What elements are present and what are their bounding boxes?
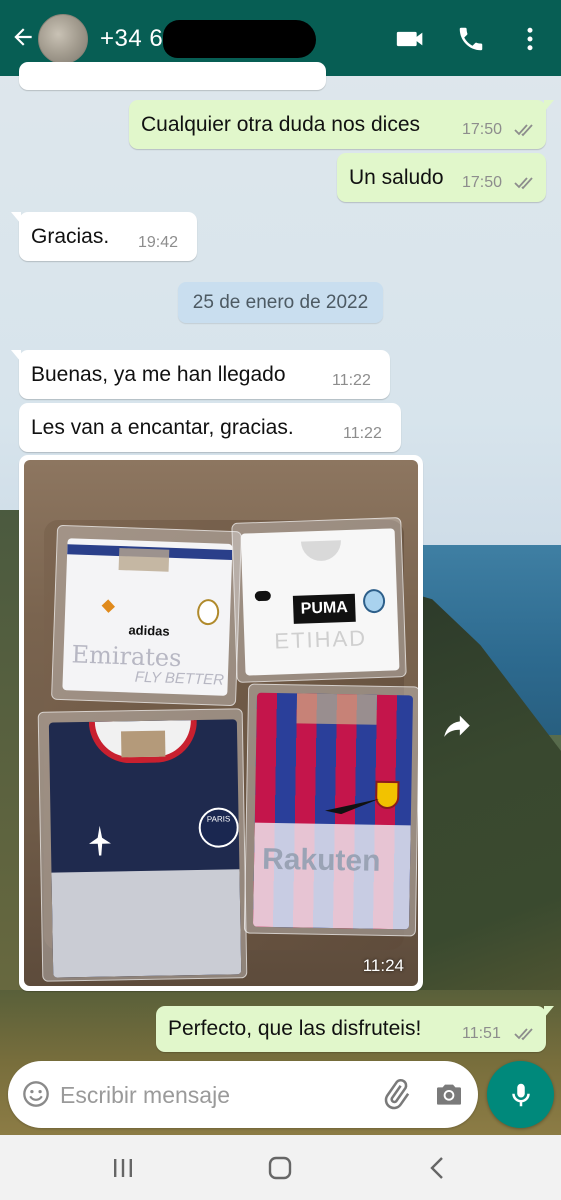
fly-better-text: FLY BETTER bbox=[134, 668, 225, 689]
message-bubble-outgoing[interactable]: Perfecto, que las disfruteis! 11:51 bbox=[156, 1006, 554, 1052]
man-city-jersey: PUMA ETIHAD bbox=[231, 517, 407, 683]
message-bubble-outgoing[interactable]: Cualquier otra duda nos dices 17:50 bbox=[129, 100, 554, 149]
message-input[interactable]: Escribir mensaje bbox=[60, 1082, 230, 1109]
message-bubble-incoming[interactable]: Gracias. 19:42 bbox=[11, 212, 197, 261]
phone-icon[interactable] bbox=[454, 22, 488, 56]
message-composer: Escribir mensaje bbox=[8, 1061, 478, 1128]
emirates-text: Emirates bbox=[71, 640, 182, 673]
redaction-bar bbox=[163, 20, 316, 58]
home-icon[interactable] bbox=[265, 1153, 295, 1183]
message-text: Gracias. bbox=[31, 225, 110, 248]
message-time: 11:51 bbox=[462, 1025, 501, 1042]
paris-crest-text: PARIS bbox=[198, 807, 240, 849]
mic-icon bbox=[511, 1083, 530, 1106]
emoji-icon[interactable] bbox=[22, 1080, 50, 1108]
video-call-icon[interactable] bbox=[394, 22, 428, 56]
message-time: 11:22 bbox=[332, 372, 371, 389]
message-time: 17:50 bbox=[462, 174, 503, 191]
psg-jersey: PARIS bbox=[37, 708, 248, 982]
etihad-text: ETIHAD bbox=[273, 625, 368, 654]
message-text: Perfecto, que las disfruteis! bbox=[168, 1017, 422, 1040]
recents-icon[interactable] bbox=[108, 1153, 138, 1183]
message-time: 19:42 bbox=[138, 234, 179, 251]
system-nav-bar bbox=[0, 1135, 561, 1200]
message-text: Buenas, ya me han llegado bbox=[31, 363, 286, 386]
nav-back-icon[interactable] bbox=[423, 1153, 453, 1183]
forward-icon[interactable] bbox=[440, 710, 474, 744]
date-separator: 25 de enero de 2022 bbox=[178, 282, 383, 323]
message-time: 17:50 bbox=[462, 121, 503, 138]
message-text: Cualquier otra duda nos dices bbox=[141, 113, 421, 136]
message-bubble-incoming[interactable]: Buenas, ya me han llegado 11:22 bbox=[11, 350, 390, 399]
image-message[interactable]: adidas Emirates FLY BETTER PUMA ETIHAD P… bbox=[19, 455, 423, 991]
back-arrow-icon[interactable] bbox=[10, 24, 36, 50]
rakuten-text: Rakuten bbox=[261, 842, 381, 878]
double-check-icon bbox=[514, 177, 533, 190]
more-vert-icon[interactable] bbox=[513, 22, 547, 56]
message-time: 11:24 bbox=[362, 956, 404, 975]
mic-button[interactable] bbox=[487, 1061, 554, 1128]
message-bubble-partial[interactable] bbox=[19, 62, 326, 90]
real-madrid-jersey: adidas Emirates FLY BETTER bbox=[51, 524, 242, 707]
message-bubble-incoming[interactable]: Les van a encantar, gracias. 11:22 bbox=[19, 403, 401, 452]
jerseys-photo[interactable]: adidas Emirates FLY BETTER PUMA ETIHAD P… bbox=[24, 460, 418, 986]
message-text: Un saludo bbox=[349, 166, 444, 189]
avatar[interactable] bbox=[38, 14, 88, 64]
message-bubble-outgoing[interactable]: Un saludo 17:50 bbox=[337, 153, 546, 202]
contact-name[interactable]: +34 6 bbox=[100, 25, 163, 53]
puma-logo-text: PUMA bbox=[292, 593, 356, 624]
double-check-icon bbox=[514, 124, 533, 137]
message-time: 11:22 bbox=[343, 425, 382, 442]
barcelona-jersey: Rakuten bbox=[243, 683, 418, 937]
camera-icon[interactable] bbox=[433, 1078, 465, 1110]
message-text: Les van a encantar, gracias. bbox=[31, 416, 294, 439]
attach-icon[interactable] bbox=[380, 1078, 412, 1110]
adidas-logo-text: adidas bbox=[128, 622, 170, 639]
double-check-icon bbox=[514, 1028, 533, 1041]
